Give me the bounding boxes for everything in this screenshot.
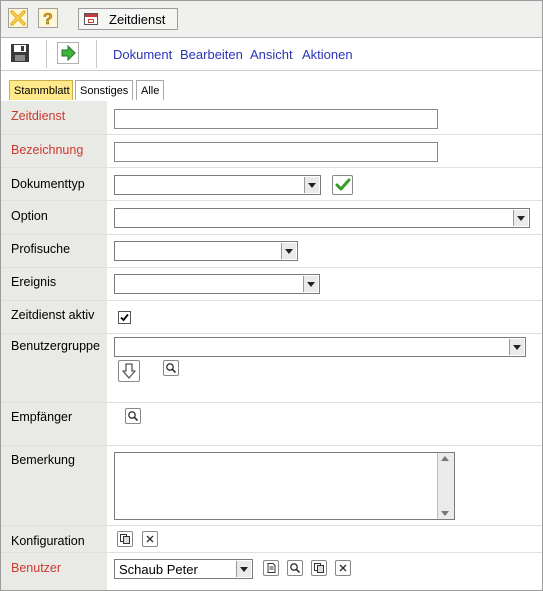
row-benutzergruppe: Benutzergruppe [1, 334, 542, 403]
chevron-down-icon [236, 561, 251, 577]
calendar-icon [84, 13, 98, 25]
row-zeitdienst-aktiv: Zeitdienst aktiv [1, 301, 542, 334]
bemerkung-label: Bemerkung [11, 453, 75, 467]
zeitdienst-input[interactable] [114, 109, 438, 129]
chevron-down-icon [304, 177, 319, 193]
benutzer-value: Schaub Peter [119, 562, 198, 577]
arrow-down-icon[interactable] [118, 360, 140, 382]
toolbar-separator [96, 40, 97, 68]
row-ereignis: Ereignis [1, 268, 542, 301]
search-icon[interactable] [163, 360, 179, 376]
close-icon[interactable] [8, 8, 28, 28]
chevron-down-icon [303, 276, 318, 292]
row-profisuche: Profisuche [1, 235, 542, 268]
row-option: Option [1, 201, 542, 235]
bemerkung-textarea[interactable] [114, 452, 455, 520]
copy-icon[interactable] [311, 560, 327, 576]
row-zeitdienst: Zeitdienst [1, 101, 542, 135]
svg-text:?: ? [43, 11, 53, 26]
menu-ansicht[interactable]: Ansicht [250, 47, 293, 62]
ereignis-label: Ereignis [11, 275, 57, 289]
checkmark-icon [120, 313, 129, 322]
search-icon[interactable] [125, 408, 141, 424]
row-bemerkung: Bemerkung [1, 446, 542, 526]
confirm-check-icon[interactable] [332, 175, 353, 195]
search-icon[interactable] [287, 560, 303, 576]
zeitdienst-label: Zeitdienst [11, 109, 66, 123]
textarea-scrollbar[interactable] [437, 453, 454, 519]
bezeichnung-input[interactable] [114, 142, 438, 162]
row-empfaenger: Empfänger [1, 403, 542, 446]
menu-dokument[interactable]: Dokument [113, 47, 172, 62]
chevron-down-icon [509, 339, 524, 355]
row-dokumenttyp: Dokumenttyp [1, 168, 542, 201]
empfaenger-label: Empfänger [11, 410, 73, 424]
zeitdienst-aktiv-label: Zeitdienst aktiv [11, 308, 95, 322]
row-benutzer: Benutzer Schaub Peter [1, 553, 542, 590]
scroll-up-icon[interactable] [441, 456, 449, 461]
scroll-down-icon[interactable] [441, 511, 449, 516]
tab-alle[interactable]: Alle [136, 80, 164, 100]
dokumenttyp-label: Dokumenttyp [11, 177, 85, 191]
menu-aktionen[interactable]: Aktionen [302, 47, 353, 62]
dokumenttyp-select[interactable] [114, 175, 321, 195]
tab-sonstiges[interactable]: Sonstiges [75, 80, 133, 100]
form-area: Zeitdienst Bezeichnung Dokumenttyp Optio… [1, 101, 542, 590]
row-konfiguration: Konfiguration [1, 526, 542, 553]
document-icon[interactable] [263, 560, 279, 576]
benutzergruppe-label: Benutzergruppe [11, 339, 100, 353]
option-label: Option [11, 209, 48, 223]
delete-x-icon[interactable] [335, 560, 351, 576]
toolbar-separator [46, 40, 47, 68]
benutzergruppe-select[interactable] [114, 337, 526, 357]
copy-icon[interactable] [117, 531, 133, 547]
forward-arrow-icon[interactable] [57, 42, 79, 64]
profisuche-label: Profisuche [11, 242, 71, 256]
profisuche-select[interactable] [114, 241, 298, 261]
row-bezeichnung: Bezeichnung [1, 135, 542, 168]
option-select[interactable] [114, 208, 530, 228]
delete-x-icon[interactable] [142, 531, 158, 547]
bezeichnung-label: Bezeichnung [11, 143, 84, 157]
help-icon[interactable]: ? [38, 8, 58, 28]
toolbar: Dokument Bearbeiten Ansicht Aktionen [1, 38, 542, 71]
tab-bar: Stammblatt Sonstiges Alle [1, 71, 542, 101]
document-tab-label: Zeitdienst [109, 11, 166, 27]
zeitdienst-aktiv-checkbox[interactable] [118, 311, 131, 324]
menu-bearbeiten[interactable]: Bearbeiten [180, 47, 243, 62]
konfiguration-label: Konfiguration [11, 534, 85, 548]
chevron-down-icon [281, 243, 296, 259]
benutzer-label: Benutzer [11, 561, 62, 575]
ereignis-select[interactable] [114, 274, 320, 294]
benutzer-select[interactable]: Schaub Peter [114, 559, 253, 579]
chevron-down-icon [513, 210, 528, 226]
document-tab[interactable]: Zeitdienst [78, 8, 178, 30]
title-bar: ? Zeitdienst [1, 1, 542, 38]
save-icon[interactable] [9, 42, 31, 64]
tab-stammblatt[interactable]: Stammblatt [9, 80, 73, 100]
window-frame: ? Zeitdienst Dokument Bearbeiten Ansicht… [0, 0, 543, 591]
